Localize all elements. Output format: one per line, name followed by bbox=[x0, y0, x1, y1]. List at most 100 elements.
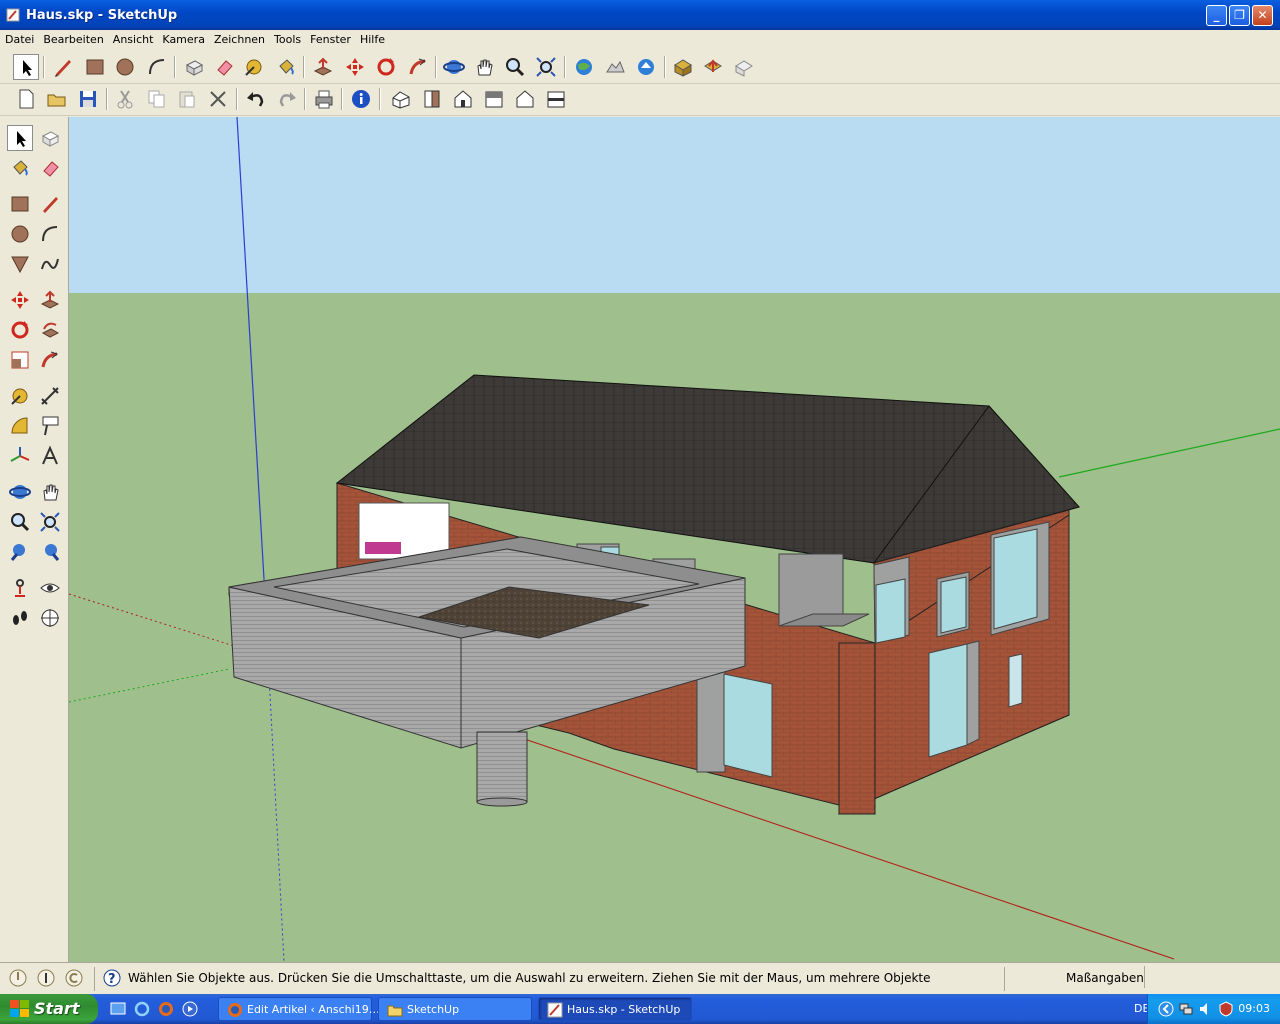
pan-tool[interactable] bbox=[37, 479, 63, 505]
move-tool[interactable] bbox=[7, 287, 33, 313]
walk-tool[interactable] bbox=[7, 605, 33, 631]
open-file-button[interactable] bbox=[44, 86, 70, 112]
3d-text-tool[interactable] bbox=[37, 443, 63, 469]
print-button[interactable] bbox=[311, 86, 337, 112]
line-tool[interactable] bbox=[37, 191, 63, 217]
security-icon[interactable] bbox=[1218, 1001, 1234, 1017]
rectangle-tool-button[interactable] bbox=[82, 54, 108, 80]
share-model-button[interactable] bbox=[700, 54, 726, 80]
menu-ansicht[interactable]: Ansicht bbox=[108, 30, 158, 46]
tape-measure-tool[interactable] bbox=[7, 383, 33, 409]
get-models-button[interactable] bbox=[670, 54, 696, 80]
network-icon[interactable] bbox=[1178, 1001, 1194, 1017]
paste-button[interactable] bbox=[174, 86, 200, 112]
top-view-button[interactable] bbox=[419, 86, 445, 112]
rotate-tool-button[interactable] bbox=[373, 54, 399, 80]
select-tool-button[interactable] bbox=[13, 54, 39, 80]
left-view-button[interactable] bbox=[543, 86, 569, 112]
show-desktop-icon[interactable] bbox=[110, 1001, 126, 1017]
menu-bearbeiten[interactable]: Bearbeiten bbox=[38, 30, 107, 46]
make-component-button[interactable] bbox=[181, 54, 207, 80]
zoom-window-tool[interactable] bbox=[37, 509, 63, 535]
right-view-button[interactable] bbox=[481, 86, 507, 112]
arc-tool[interactable] bbox=[37, 221, 63, 247]
dimension-tool[interactable] bbox=[37, 383, 63, 409]
pan-tool-button[interactable] bbox=[471, 54, 497, 80]
toggle-terrain-button[interactable] bbox=[602, 54, 628, 80]
section-plane-tool[interactable] bbox=[37, 605, 63, 631]
eraser-tool[interactable] bbox=[37, 155, 63, 181]
tray-expand-icon[interactable] bbox=[1158, 1001, 1174, 1017]
rectangle-tool[interactable] bbox=[7, 191, 33, 217]
push-pull-button[interactable] bbox=[310, 54, 336, 80]
position-camera-tool[interactable] bbox=[7, 575, 33, 601]
erase-button[interactable] bbox=[205, 86, 231, 112]
model-viewport[interactable] bbox=[69, 117, 1280, 962]
text-tool[interactable] bbox=[37, 413, 63, 439]
redo-button[interactable] bbox=[274, 86, 300, 112]
tape-measure-button[interactable] bbox=[241, 54, 267, 80]
orbit-tool[interactable] bbox=[7, 479, 33, 505]
help-icon[interactable]: ? bbox=[102, 968, 122, 988]
follow-me-tool[interactable] bbox=[37, 317, 63, 343]
select-tool[interactable] bbox=[7, 125, 33, 151]
look-around-tool[interactable] bbox=[37, 575, 63, 601]
new-file-button[interactable] bbox=[13, 86, 39, 112]
model-info-button[interactable] bbox=[348, 86, 374, 112]
axes-tool[interactable] bbox=[7, 443, 33, 469]
previous-view-tool[interactable] bbox=[7, 539, 33, 565]
task-haus-sketchup[interactable]: Haus.skp - SketchUp bbox=[538, 997, 692, 1021]
arc-tool-button[interactable] bbox=[144, 54, 170, 80]
place-model-button[interactable] bbox=[633, 54, 659, 80]
circle-tool[interactable] bbox=[7, 221, 33, 247]
minimize-button[interactable]: _ bbox=[1206, 5, 1227, 26]
paint-bucket-button[interactable] bbox=[273, 54, 299, 80]
cut-button[interactable] bbox=[112, 86, 138, 112]
scale-tool[interactable] bbox=[7, 347, 33, 373]
credits-icon[interactable] bbox=[36, 968, 56, 988]
move-tool-button[interactable] bbox=[342, 54, 368, 80]
freehand-tool[interactable] bbox=[37, 251, 63, 277]
save-file-button[interactable] bbox=[75, 86, 101, 112]
get-current-view-button[interactable] bbox=[571, 54, 597, 80]
maximize-button[interactable]: ❐ bbox=[1229, 5, 1250, 26]
zoom-extents-button[interactable] bbox=[533, 54, 559, 80]
rotate-tool[interactable] bbox=[7, 317, 33, 343]
iso-view-button[interactable] bbox=[388, 86, 414, 112]
push-pull-tool[interactable] bbox=[37, 287, 63, 313]
next-view-tool[interactable] bbox=[37, 539, 63, 565]
menu-datei[interactable]: Datei bbox=[0, 30, 38, 46]
circle-tool-button[interactable] bbox=[112, 54, 138, 80]
start-button[interactable]: Start bbox=[0, 994, 98, 1024]
back-view-button[interactable] bbox=[512, 86, 538, 112]
zoom-tool-button[interactable] bbox=[502, 54, 528, 80]
pencil-tool-button[interactable] bbox=[50, 54, 76, 80]
follow-me-button[interactable] bbox=[405, 54, 431, 80]
undo-button[interactable] bbox=[243, 86, 269, 112]
close-button[interactable]: ✕ bbox=[1252, 5, 1273, 26]
protractor-tool[interactable] bbox=[7, 413, 33, 439]
volume-icon[interactable] bbox=[1198, 1001, 1214, 1017]
task-edit-artikel[interactable]: Edit Artikel ‹ Anschi19… bbox=[218, 997, 380, 1021]
copy-button[interactable] bbox=[144, 86, 170, 112]
offset-tool[interactable] bbox=[37, 347, 63, 373]
media-player-icon[interactable] bbox=[182, 1001, 198, 1017]
menu-fenster[interactable]: Fenster bbox=[305, 30, 355, 46]
internet-explorer-icon[interactable] bbox=[134, 1001, 150, 1017]
zoom-tool[interactable] bbox=[7, 509, 33, 535]
menu-tools[interactable]: Tools bbox=[269, 30, 305, 46]
eraser-tool-button[interactable] bbox=[211, 54, 237, 80]
polygon-tool[interactable] bbox=[7, 251, 33, 277]
menu-zeichnen[interactable]: Zeichnen bbox=[209, 30, 269, 46]
measurements-input[interactable] bbox=[1144, 966, 1277, 988]
share-component-button[interactable] bbox=[731, 54, 757, 80]
orbit-tool-button[interactable] bbox=[441, 54, 467, 80]
task-sketchup-folder[interactable]: SketchUp bbox=[378, 997, 532, 1021]
firefox-icon[interactable] bbox=[158, 1001, 174, 1017]
paint-bucket-tool[interactable] bbox=[7, 155, 33, 181]
menu-kamera[interactable]: Kamera bbox=[157, 30, 209, 46]
front-view-button[interactable] bbox=[450, 86, 476, 112]
copyright-icon[interactable] bbox=[64, 968, 84, 988]
menu-hilfe[interactable]: Hilfe bbox=[355, 30, 389, 46]
make-component-tool[interactable] bbox=[37, 125, 63, 151]
